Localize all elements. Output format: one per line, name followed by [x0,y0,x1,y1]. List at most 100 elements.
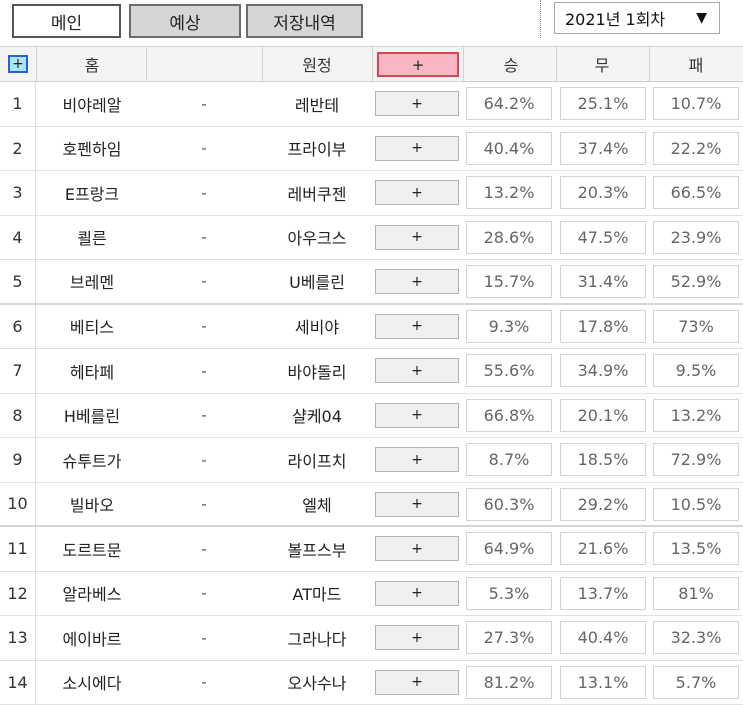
add-match-button[interactable]: + [375,492,459,517]
draw-percent[interactable]: 18.5% [560,443,646,476]
match-number: 2 [0,127,36,171]
win-percent[interactable]: 55.6% [466,354,552,387]
add-match-button[interactable]: + [375,91,459,116]
lose-percent[interactable]: 81% [653,577,739,610]
away-team: U베를린 [262,260,372,303]
header-away: 원정 [262,47,372,81]
vs-separator: - [146,260,262,303]
draw-percent[interactable]: 20.3% [560,176,646,209]
table-row: 12알라베스-AT마드+5.3%13.7%81% [0,572,743,617]
select-all-button[interactable]: + [8,55,28,73]
home-team: 쾰른 [38,216,146,260]
round-select[interactable]: 2021년 1회차 ▼ [554,2,720,34]
match-number: 3 [0,171,36,215]
draw-percent[interactable]: 21.6% [560,532,646,565]
divider [372,47,373,81]
draw-percent[interactable]: 13.7% [560,577,646,610]
add-match-button[interactable]: + [375,269,459,294]
away-team: AT마드 [262,572,372,616]
vs-separator: - [146,661,262,705]
match-number: 11 [0,527,36,571]
table-row: 3E프랑크-레버쿠젠+13.2%20.3%66.5% [0,171,743,216]
lose-percent[interactable]: 10.7% [653,87,739,120]
win-percent[interactable]: 64.9% [466,532,552,565]
win-percent[interactable]: 81.2% [466,666,552,699]
win-percent[interactable]: 5.3% [466,577,552,610]
vs-separator: - [146,616,262,660]
draw-percent[interactable]: 13.1% [560,666,646,699]
table-row: 6베티스-세비야+9.3%17.8%73% [0,305,743,350]
win-percent[interactable]: 9.3% [466,310,552,343]
lose-percent[interactable]: 73% [653,310,739,343]
match-number: 12 [0,572,36,616]
tab-saved-history[interactable]: 저장내역 [246,4,363,38]
add-match-button[interactable]: + [375,180,459,205]
table-row: 10빌바오-엘체+60.3%29.2%10.5% [0,483,743,528]
match-number: 8 [0,394,36,438]
lose-percent[interactable]: 13.2% [653,399,739,432]
home-team: 베티스 [38,305,146,349]
match-number: 4 [0,216,36,260]
draw-percent[interactable]: 47.5% [560,221,646,254]
draw-percent[interactable]: 17.8% [560,310,646,343]
draw-percent[interactable]: 31.4% [560,265,646,298]
add-match-button[interactable]: + [375,403,459,428]
table-row: 11도르트문-볼프스부+64.9%21.6%13.5% [0,527,743,572]
add-match-button[interactable]: + [375,136,459,161]
lose-percent[interactable]: 72.9% [653,443,739,476]
vs-separator: - [146,82,262,126]
win-percent[interactable]: 28.6% [466,221,552,254]
table-row: 13에이바르-그라나다+27.3%40.4%32.3% [0,616,743,661]
add-match-button[interactable]: + [375,670,459,695]
vs-separator: - [146,216,262,260]
match-number: 13 [0,616,36,660]
draw-percent[interactable]: 37.4% [560,132,646,165]
add-match-button[interactable]: + [375,536,459,561]
table-row: 7헤타페-바야돌리+55.6%34.9%9.5% [0,349,743,394]
win-percent[interactable]: 66.8% [466,399,552,432]
table-row: 9슈투트가-라이프치+8.7%18.5%72.9% [0,438,743,483]
win-percent[interactable]: 64.2% [466,87,552,120]
win-percent[interactable]: 40.4% [466,132,552,165]
lose-percent[interactable]: 66.5% [653,176,739,209]
home-team: E프랑크 [38,171,146,215]
add-match-button[interactable]: + [375,358,459,383]
lose-percent[interactable]: 32.3% [653,621,739,654]
win-percent[interactable]: 13.2% [466,176,552,209]
divider [146,47,147,81]
away-team: 레반테 [262,82,372,126]
draw-percent[interactable]: 34.9% [560,354,646,387]
add-match-button[interactable]: + [375,581,459,606]
away-team: 프라이부 [262,127,372,171]
table-row: 8H베를린-샬케04+66.8%20.1%13.2% [0,394,743,439]
add-match-button[interactable]: + [375,625,459,650]
draw-percent[interactable]: 29.2% [560,488,646,521]
lose-percent[interactable]: 5.7% [653,666,739,699]
away-team: 레버쿠젠 [262,171,372,215]
lose-percent[interactable]: 52.9% [653,265,739,298]
match-number: 6 [0,305,36,349]
tab-prediction[interactable]: 예상 [129,4,241,38]
header-add-button[interactable]: + [377,52,459,77]
lose-percent[interactable]: 23.9% [653,221,739,254]
table-row: 2호펜하임-프라이부+40.4%37.4%22.2% [0,127,743,172]
draw-percent[interactable]: 20.1% [560,399,646,432]
add-match-button[interactable]: + [375,225,459,250]
lose-percent[interactable]: 9.5% [653,354,739,387]
draw-percent[interactable]: 40.4% [560,621,646,654]
lose-percent[interactable]: 22.2% [653,132,739,165]
win-percent[interactable]: 15.7% [466,265,552,298]
match-number: 1 [0,82,36,126]
add-match-button[interactable]: + [375,314,459,339]
home-team: 비야레알 [38,82,146,126]
win-percent[interactable]: 8.7% [466,443,552,476]
lose-percent[interactable]: 10.5% [653,488,739,521]
win-percent[interactable]: 27.3% [466,621,552,654]
lose-percent[interactable]: 13.5% [653,532,739,565]
tab-main[interactable]: 메인 [12,4,121,38]
vs-separator: - [146,527,262,571]
top-toolbar: 메인 예상 저장내역 2021년 1회차 ▼ [0,0,743,44]
draw-percent[interactable]: 25.1% [560,87,646,120]
win-percent[interactable]: 60.3% [466,488,552,521]
add-match-button[interactable]: + [375,447,459,472]
